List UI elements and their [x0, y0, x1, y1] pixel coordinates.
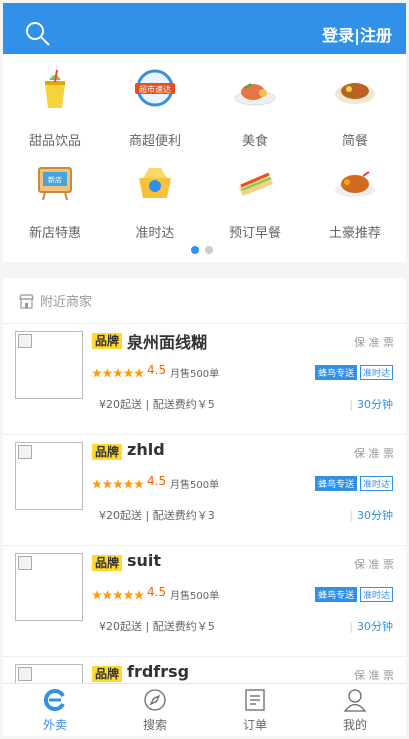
delivery-tags: 蜂鸟专送 准时达: [315, 365, 393, 380]
category-label: 土豪推荐: [328, 226, 381, 241]
shop-name[interactable]: suit: [127, 551, 161, 570]
shop-name[interactable]: zhld: [127, 440, 165, 459]
nav-takeout[interactable]: 外卖: [5, 688, 105, 733]
supermarket-badge-text: 超市速达: [139, 84, 171, 94]
on-time-tag: 准时达: [359, 476, 393, 491]
rating-score: 4.5: [147, 363, 167, 377]
new-store-icon: 新店: [38, 167, 72, 201]
compass-icon: [144, 689, 166, 711]
carousel-dot-1[interactable]: [191, 246, 199, 254]
shop-image[interactable]: [15, 331, 83, 399]
login-register-link[interactable]: 登录|注册: [322, 22, 392, 46]
order-icon: [245, 689, 265, 711]
rating-score: 4.5: [147, 585, 167, 599]
shop-image[interactable]: [15, 664, 83, 683]
shop-list-title: 附近商家: [40, 295, 93, 310]
fengniao-delivery-tag: 蜂鸟专送: [315, 587, 358, 602]
nav-label: 我的: [342, 718, 367, 732]
drink-icon: [45, 69, 65, 108]
category-item-breakfast[interactable]: 预订早餐: [205, 160, 305, 241]
search-icon[interactable]: [25, 21, 51, 47]
supermarket-icon: 超市速达: [135, 69, 175, 107]
guarantee-badges: 保 准 票: [354, 336, 394, 349]
brand-tag: 品牌: [92, 666, 123, 682]
guarantee-badges: 保 准 票: [354, 447, 394, 460]
category-label: 准时达: [135, 226, 175, 241]
shop-list-header: 附近商家: [19, 291, 92, 310]
new-store-badge-text: 新店: [48, 175, 62, 184]
category-label: 预订早餐: [228, 226, 281, 241]
meal-icon: [335, 83, 375, 104]
delivery-fees: ¥20起送 | 配送费约￥5: [99, 620, 215, 633]
delivery-fees: ¥20起送 | 配送费约￥5: [99, 398, 215, 411]
top-header: 登录|注册: [3, 3, 406, 54]
delivery-time-value: 30分钟: [357, 398, 393, 411]
carousel-pagination: [191, 239, 219, 258]
on-time-tag: 准时达: [359, 587, 393, 602]
shop-name[interactable]: 泉州面线糊: [127, 329, 207, 353]
delivery-fees: ¥20起送 | 配送费约￥3: [99, 509, 215, 522]
category-item-new-store[interactable]: 新店 新店特惠: [5, 160, 105, 241]
profile-icon: [343, 689, 367, 712]
delivery-time: | 30分钟: [349, 620, 393, 633]
shop-image[interactable]: [15, 442, 83, 510]
category-item-food[interactable]: 美食: [205, 68, 305, 149]
shop-name[interactable]: frdfrsg: [127, 662, 189, 681]
carousel-dot-2[interactable]: [205, 246, 213, 254]
delivery-time-value: 30分钟: [357, 620, 393, 633]
category-label: 甜品饮品: [28, 134, 81, 149]
shop-item[interactable]: 品牌 泉州面线糊 保 准 票 4.5 月售500单 蜂鸟专送 准时达 ¥20起送…: [3, 323, 406, 434]
fengniao-delivery-tag: 蜂鸟专送: [315, 476, 358, 491]
shop-item[interactable]: 品牌 zhld 保 准 票 4.5 月售500单 蜂鸟专送 准时达 ¥20起送 …: [3, 434, 406, 545]
rating-score: 4.5: [147, 474, 167, 488]
category-item-supermarket[interactable]: 超市速达 商超便利: [105, 68, 205, 149]
guarantee-badges: 保 准 票: [354, 669, 394, 682]
rating-stars-icon: [92, 590, 144, 600]
brand-tag: 品牌: [92, 333, 123, 349]
nav-search[interactable]: 搜索: [105, 688, 205, 733]
nav-label: 搜索: [142, 718, 167, 732]
fengniao-delivery-tag: 蜂鸟专送: [315, 365, 358, 380]
category-label: 新店特惠: [28, 226, 81, 241]
bottom-nav: 外卖 搜索 订单 我的: [3, 683, 406, 736]
shop-item[interactable]: 品牌 frdfrsg 保 准 票: [3, 656, 406, 683]
guarantee-badges: 保 准 票: [354, 558, 394, 571]
takeout-icon: [43, 689, 65, 711]
shop-item[interactable]: 品牌 suit 保 准 票 4.5 月售500单 蜂鸟专送 准时达 ¥20起送 …: [3, 545, 406, 656]
category-item-on-time[interactable]: 准时达: [105, 160, 205, 241]
breakfast-icon: [239, 172, 273, 196]
rating-stars-icon: [92, 368, 144, 378]
category-item-drinks[interactable]: 甜品饮品: [5, 68, 105, 149]
category-label: 商超便利: [128, 134, 181, 149]
recommend-icon: [335, 171, 375, 197]
category-item-recommend[interactable]: 土豪推荐: [305, 160, 405, 241]
category-label: 简餐: [341, 134, 368, 149]
nav-label: 订单: [242, 718, 267, 732]
on-time-icon: [139, 168, 171, 198]
monthly-sales: 月售500单: [170, 591, 220, 602]
monthly-sales: 月售500单: [170, 480, 220, 491]
shop-list-section: 附近商家 品牌 泉州面线糊 保 准 票 4.5 月售500单 蜂鸟专送 准时达 …: [3, 278, 406, 683]
brand-tag: 品牌: [92, 444, 123, 460]
rating-stars-icon: [92, 479, 144, 489]
delivery-time-value: 30分钟: [357, 509, 393, 522]
category-grid: 甜品饮品 超市速达 商超便利 美食 简餐 新店 新店特惠 准时达 预订早餐 土豪…: [3, 54, 406, 262]
delivery-time: | 30分钟: [349, 509, 393, 522]
nav-profile[interactable]: 我的: [305, 688, 405, 733]
delivery-tags: 蜂鸟专送 准时达: [315, 587, 393, 602]
store-icon: [19, 294, 34, 309]
monthly-sales: 月售500单: [170, 369, 220, 380]
nav-label: 外卖: [42, 718, 67, 732]
on-time-tag: 准时达: [359, 365, 393, 380]
delivery-tags: 蜂鸟专送 准时达: [315, 476, 393, 491]
category-label: 美食: [241, 134, 268, 149]
nav-orders[interactable]: 订单: [205, 688, 305, 733]
food-icon: [234, 83, 276, 106]
brand-tag: 品牌: [92, 555, 123, 571]
shop-image[interactable]: [15, 553, 83, 621]
category-item-meal[interactable]: 简餐: [305, 68, 405, 149]
delivery-time: | 30分钟: [349, 398, 393, 411]
